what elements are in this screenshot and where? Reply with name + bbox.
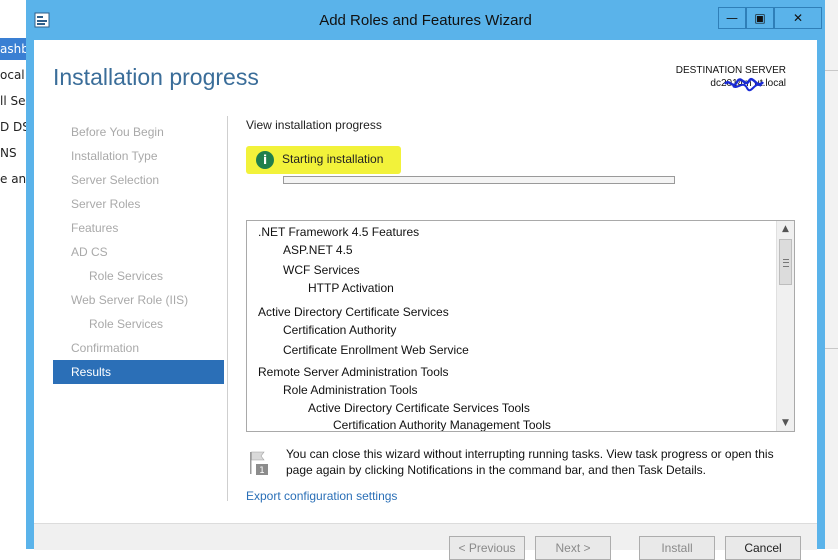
nav-item-web-server-role[interactable]: Web Server Role (IIS) [53, 288, 224, 312]
title-bar[interactable]: Add Roles and Features Wizard — ▣ ✕ [26, 0, 825, 40]
divider [825, 348, 838, 349]
feature-item: ASP.NET 4.5 [283, 243, 353, 257]
scroll-up-button[interactable]: ▲ [777, 221, 794, 237]
feature-item: .NET Framework 4.5 Features [258, 225, 420, 239]
nav-item-server-selection[interactable]: Server Selection [53, 168, 224, 192]
nav-item-label: Results [71, 365, 112, 379]
wizard-window: Add Roles and Features Wizard — ▣ ✕ Inst… [26, 0, 825, 560]
status-text: Starting installation [282, 152, 384, 166]
feature-item: Active Directory Certificate Services To… [308, 401, 530, 415]
install-button[interactable]: Install [639, 536, 715, 560]
next-button[interactable]: Next > [535, 536, 611, 560]
nav-item-ad-cs-role-services[interactable]: Role Services [53, 264, 224, 288]
nav-item-confirmation[interactable]: Confirmation [53, 336, 224, 360]
feature-item: HTTP Activation [308, 281, 394, 295]
wizard-footer: < Previous Next > Install Cancel [34, 523, 817, 560]
nav-item-installation-type[interactable]: Installation Type [53, 144, 224, 168]
nav-item-before-you-begin[interactable]: Before You Begin [53, 120, 224, 144]
nav-item-label: Features [71, 221, 119, 235]
feature-item: Role Administration Tools [283, 383, 418, 397]
bg-sidebar-label: e an [0, 172, 27, 186]
feature-item: WCF Services [283, 263, 360, 277]
nav-item-server-roles[interactable]: Server Roles [53, 192, 224, 216]
installation-progress-bar [283, 176, 675, 184]
feature-list-scrollbar[interactable]: ▲ ▼ [776, 221, 794, 431]
nav-item-label: Web Server Role (IIS) [71, 293, 189, 307]
wizard-client-area: Installation progress DESTINATION SERVER… [34, 40, 817, 560]
nav-item-label: Server Roles [71, 197, 141, 211]
nav-item-label: Role Services [89, 269, 164, 283]
nav-item-label: Server Selection [71, 173, 160, 187]
previous-button[interactable]: < Previous [449, 536, 525, 560]
feature-item: Certification Authority Management Tools [333, 418, 551, 432]
page-title: Installation progress [53, 64, 259, 90]
nav-item-ad-cs[interactable]: AD CS [53, 240, 224, 264]
maximize-button[interactable]: ▣ [746, 7, 774, 29]
feature-item: Certification Authority [283, 323, 397, 337]
divider [825, 70, 838, 71]
feature-list[interactable]: .NET Framework 4.5 Features ASP.NET 4.5 … [246, 220, 795, 432]
export-configuration-link[interactable]: Export configuration settings [246, 489, 397, 503]
window-title: Add Roles and Features Wizard [319, 12, 532, 29]
svg-text:1: 1 [259, 466, 265, 476]
feature-item: Active Directory Certificate Services [258, 305, 449, 319]
feature-item: Certificate Enrollment Web Service [283, 343, 469, 357]
cancel-button[interactable]: Cancel [725, 536, 801, 560]
nav-divider [227, 116, 228, 501]
scroll-thumb[interactable] [779, 239, 792, 285]
close-button[interactable]: ✕ [774, 7, 822, 29]
redaction-scribble [723, 78, 764, 92]
nav-item-label: Before You Begin [71, 125, 164, 139]
nav-item-label: Role Services [89, 317, 164, 331]
nav-item-features[interactable]: Features [53, 216, 224, 240]
bg-sidebar-label: ashb [0, 42, 29, 56]
minimize-button[interactable]: — [718, 7, 746, 29]
nav-item-label: Installation Type [71, 149, 158, 163]
bg-sidebar-label: NS [0, 146, 17, 160]
feature-item: Remote Server Administration Tools [258, 365, 449, 379]
nav-item-label: Confirmation [71, 341, 140, 355]
grip-icon [783, 259, 789, 267]
notice-text: You can close this wizard without interr… [286, 447, 774, 477]
flag-icon: 1 [250, 451, 268, 476]
scroll-down-button[interactable]: ▼ [777, 415, 794, 431]
background-sidebar: ashb ocal S ll Ser D DS NS e an [0, 0, 40, 549]
background-right-panel [825, 0, 838, 549]
nav-item-results[interactable]: Results [53, 360, 224, 384]
info-icon: i [256, 151, 274, 169]
nav-item-label: AD CS [71, 245, 108, 259]
nav-item-iis-role-services[interactable]: Role Services [53, 312, 224, 336]
section-heading: View installation progress [246, 118, 382, 132]
